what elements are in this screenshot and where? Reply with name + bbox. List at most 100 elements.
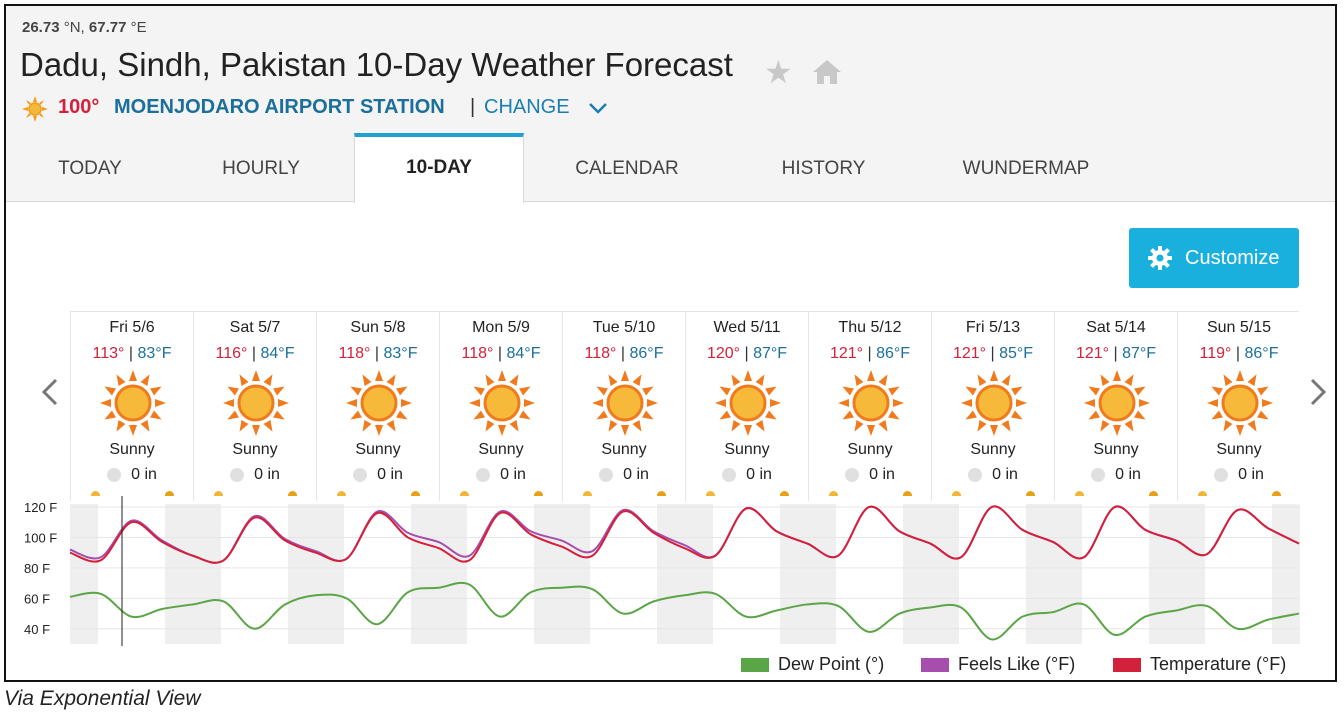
day-name: Sun 5/15 [1206, 319, 1272, 336]
low-temp: 86°F [629, 345, 664, 362]
day-column[interactable]: Fri 5/13 121° | 85°F Sunny 0 in [931, 311, 1054, 501]
day-column[interactable]: Sun 5/8 118° | 83°F Sunny 0 in [316, 311, 439, 501]
temp-separator: | [867, 345, 872, 362]
precip-amount: 0 in [992, 466, 1018, 483]
change-station-link[interactable]: CHANGE [484, 96, 570, 119]
day-temps: 121° | 87°F [1055, 345, 1177, 363]
night-band [439, 504, 467, 644]
y-tick-label: 100 F [24, 530, 57, 545]
day-column[interactable]: Thu 5/12 121° | 86°F Sunny 0 in [808, 311, 931, 501]
raindrop-icon [722, 467, 737, 482]
raindrop-icon [107, 467, 122, 482]
chevron-left-icon[interactable] [38, 374, 62, 410]
day-column[interactable]: Fri 5/6 113° | 83°F Sunny 0 in [70, 311, 193, 501]
temp-separator: | [251, 345, 257, 362]
raindrop-icon [1091, 467, 1106, 482]
legend-swatch-temperature [1113, 658, 1141, 672]
precip: 0 in [563, 466, 685, 484]
high-temp: 119° [1199, 345, 1232, 362]
night-band [534, 504, 562, 644]
condition-text: Sunny [1216, 441, 1262, 458]
sunny-icon [1084, 370, 1150, 436]
sunny-icon [469, 370, 535, 436]
day-name: Fri 5/6 [109, 319, 155, 336]
day-temps: 113° | 83°F [71, 345, 193, 363]
tab-bar: TODAY HOURLY 10-DAY CALENDAR HISTORY WUN… [6, 133, 1335, 203]
chevron-down-icon[interactable] [588, 98, 608, 118]
sunny-icon [100, 370, 166, 436]
night-band [657, 504, 685, 644]
precip-amount: 0 in [623, 466, 649, 483]
precip: 0 in [71, 466, 193, 484]
raindrop-icon [353, 467, 368, 482]
tab-10-day[interactable]: 10-DAY [354, 133, 524, 203]
chevron-right-icon[interactable] [1306, 374, 1330, 410]
day-temps: 118° | 83°F [317, 345, 439, 363]
tab-calendar[interactable]: CALENDAR [556, 136, 698, 202]
separator: | [470, 96, 476, 118]
night-band [316, 504, 344, 644]
station-link[interactable]: MOENJODARO AIRPORT STATION [114, 96, 445, 119]
image-caption: Via Exponential View [4, 687, 201, 710]
condition-text: Sunny [109, 441, 155, 458]
high-temp: 118° [584, 345, 617, 362]
precip: 0 in [317, 466, 439, 484]
current-temperature: 100° [58, 96, 100, 118]
day-strip: Fri 5/6 113° | 83°F Sunny 0 in Sat 5/7 116° |… [70, 311, 1299, 501]
low-temp: 87°F [1122, 345, 1157, 362]
day-name: Sat 5/7 [229, 319, 281, 336]
home-icon[interactable] [809, 54, 845, 90]
raindrop-icon [1214, 467, 1229, 482]
night-band [165, 504, 193, 644]
customize-button[interactable]: Customize [1129, 228, 1299, 288]
night-band [931, 504, 959, 644]
day-column[interactable]: Tue 5/10 118° | 86°F Sunny 0 in [562, 311, 685, 501]
night-band [1054, 504, 1082, 644]
tab-history[interactable]: HISTORY [761, 136, 886, 202]
star-icon[interactable]: ★ [764, 56, 793, 88]
tab-wundermap[interactable]: WUNDERMAP [946, 136, 1106, 202]
y-tick-label: 80 F [24, 561, 50, 576]
day-column[interactable]: Wed 5/11 120° | 87°F Sunny 0 in [685, 311, 808, 501]
coordinates: 26.73 °N, 67.77 °E [22, 19, 147, 36]
high-temp: 121° [1075, 345, 1110, 362]
precip-amount: 0 in [377, 466, 403, 483]
raindrop-icon [845, 467, 860, 482]
tab-hourly[interactable]: HOURLY [196, 136, 326, 202]
sunny-icon [838, 370, 904, 436]
day-name: Sat 5/14 [1086, 319, 1146, 336]
day-column[interactable]: Sat 5/14 121° | 87°F Sunny 0 in [1054, 311, 1177, 501]
night-band [1149, 504, 1177, 644]
page-title: Dadu, Sindh, Pakistan 10-Day Weather For… [20, 46, 733, 83]
day-name: Sun 5/8 [350, 319, 406, 336]
sunny-icon [346, 370, 412, 436]
raindrop-icon [476, 467, 491, 482]
high-temp: 118° [338, 345, 371, 362]
forecast-page: 26.73 °N, 67.77 °E Dadu, Sindh, Pakistan… [4, 4, 1337, 682]
low-temp: 83°F [137, 345, 172, 362]
precip: 0 in [1055, 466, 1177, 484]
night-band [562, 504, 590, 644]
precip-amount: 0 in [131, 466, 157, 483]
temp-separator: | [374, 345, 380, 362]
high-temp: 121° [829, 345, 864, 362]
day-column[interactable]: Mon 5/9 118° | 84°F Sunny 0 in [439, 311, 562, 501]
day-name: Wed 5/11 [713, 319, 781, 336]
precip-amount: 0 in [254, 466, 280, 483]
day-column[interactable]: Sat 5/7 116° | 84°F Sunny 0 in [193, 311, 316, 501]
night-band [685, 504, 713, 644]
night-band [1272, 504, 1300, 644]
day-column[interactable]: Sun 5/15 119° | 86°F Sunny 0 in [1177, 311, 1300, 501]
tab-today[interactable]: TODAY [26, 136, 154, 202]
day-temps: 116° | 84°F [194, 345, 316, 363]
legend-label-temperature: Temperature (°F) [1150, 654, 1287, 674]
low-temp: 87°F [753, 345, 788, 362]
precip-amount: 0 in [746, 466, 772, 483]
gear-icon [1148, 246, 1172, 270]
sunny-icon [1207, 370, 1273, 436]
low-temp: 84°F [260, 345, 295, 362]
temp-separator: | [128, 345, 134, 362]
temp-separator: | [620, 345, 626, 362]
condition-text: Sunny [601, 441, 647, 458]
legend-swatch-feels-like [921, 658, 949, 672]
